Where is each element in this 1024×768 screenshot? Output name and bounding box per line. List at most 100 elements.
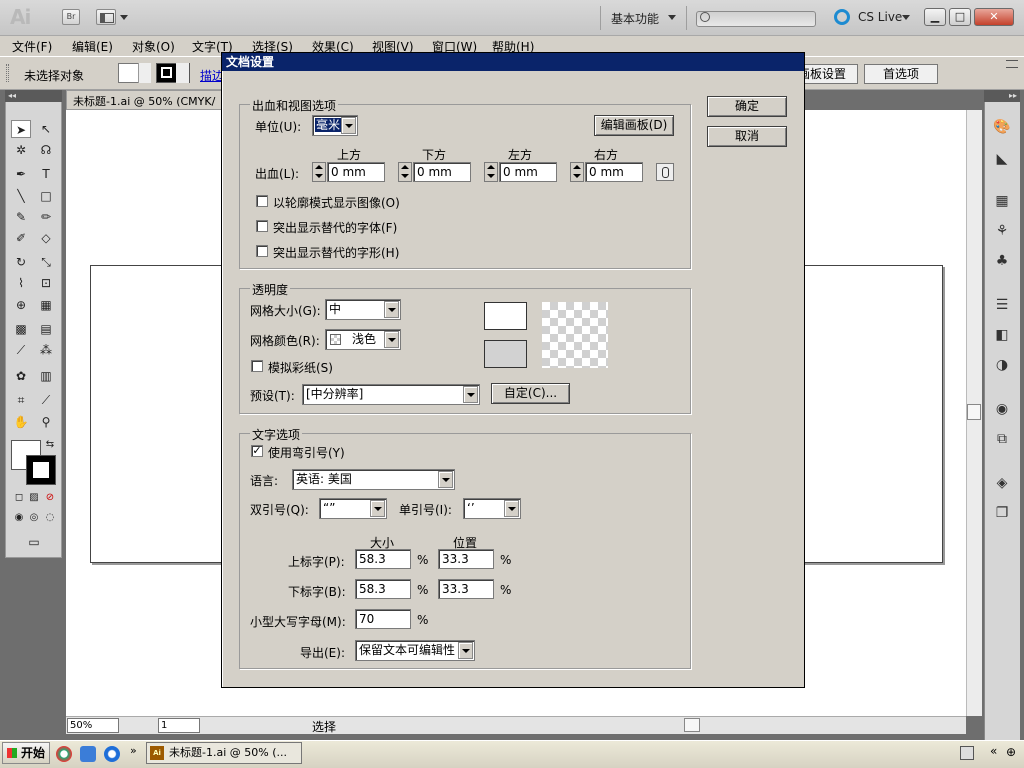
bleed-top-field[interactable]: 0 mm <box>327 162 385 182</box>
subscript-position-field[interactable]: 33.3 <box>438 579 494 599</box>
magic-wand-tool-icon[interactable]: ✲ <box>11 141 31 159</box>
tools-panel-header[interactable]: ◂◂ <box>5 90 62 102</box>
scale-tool-icon[interactable]: ⤡ <box>36 253 56 271</box>
gradient-panel-icon[interactable]: ◧ <box>992 326 1012 344</box>
custom-button[interactable]: 自定(C)... <box>491 383 570 404</box>
eraser-tool-icon[interactable]: ◇ <box>36 229 56 247</box>
perspective-grid-tool-icon[interactable]: ▦ <box>36 296 56 314</box>
bleed-bottom-stepper[interactable] <box>398 162 412 182</box>
layers-panel-icon[interactable]: ◈ <box>992 474 1012 492</box>
bleed-left-field[interactable]: 0 mm <box>499 162 557 182</box>
chevron-down-icon[interactable] <box>438 471 453 488</box>
grid-color-select[interactable]: 浅色 <box>325 329 401 350</box>
minimize-button[interactable]: ▁ <box>924 8 946 26</box>
appearance-panel-icon[interactable]: ◉ <box>992 400 1012 418</box>
symbol-sprayer-tool-icon[interactable]: ✿ <box>11 367 31 385</box>
draw-inside-icon[interactable]: ◌ <box>40 509 60 527</box>
screen-mode-icon[interactable]: ▭ <box>24 533 44 551</box>
bleed-right-field[interactable]: 0 mm <box>585 162 643 182</box>
preset-select[interactable]: [中分辨率] <box>302 384 480 405</box>
help-tray-icon[interactable]: ⊕ <box>1006 745 1016 759</box>
smart-quotes-checkbox[interactable]: ✓ <box>251 445 263 457</box>
none-mode-icon[interactable]: ⊘ <box>40 489 60 507</box>
maximize-button[interactable]: □ <box>949 8 971 26</box>
type-tool-icon[interactable]: T <box>36 165 56 183</box>
status-info[interactable]: 选择 <box>312 718 336 735</box>
grip-handle[interactable] <box>6 64 9 82</box>
media-player-icon[interactable] <box>56 746 72 762</box>
slice-tool-icon[interactable]: ⟋ <box>36 391 56 409</box>
single-quotes-select[interactable]: ‘’ <box>463 498 521 519</box>
symbols-panel-icon[interactable]: ♣ <box>992 252 1012 270</box>
superscript-size-field[interactable]: 58.3 <box>355 549 411 569</box>
graphic-styles-icon[interactable]: ⧉ <box>992 430 1012 448</box>
edit-artboard-button[interactable]: 编辑画板(D) <box>594 115 674 136</box>
tray-expand-icon[interactable]: « <box>990 744 997 758</box>
fill-dropdown-icon[interactable] <box>138 63 151 83</box>
blend-tool-icon[interactable]: ⁂ <box>36 341 56 359</box>
outline-mode-checkbox[interactable] <box>256 195 268 207</box>
bleed-top-stepper[interactable] <box>312 162 326 182</box>
chevron-down-icon[interactable] <box>504 500 519 517</box>
menu-edit[interactable]: 编辑(E) <box>72 38 113 55</box>
subscript-size-field[interactable]: 58.3 <box>355 579 411 599</box>
artboard-tool-icon[interactable]: ⌗ <box>11 391 31 409</box>
cs-live-button[interactable]: CS Live <box>858 10 902 24</box>
width-tool-icon[interactable]: ⌇ <box>11 274 31 292</box>
bleed-left-stepper[interactable] <box>484 162 498 182</box>
highlight-glyph-checkbox[interactable] <box>256 245 268 257</box>
stroke-color-icon[interactable] <box>26 455 56 485</box>
stroke-dropdown-icon[interactable] <box>176 63 189 83</box>
simulate-paper-checkbox[interactable] <box>251 360 263 372</box>
document-tab[interactable]: 未标题-1.ai @ 50% (CMYK/ <box>66 90 226 110</box>
vertical-scroll-thumb[interactable] <box>967 404 981 420</box>
bleed-bottom-field[interactable]: 0 mm <box>413 162 471 182</box>
cs-live-icon[interactable] <box>834 9 850 25</box>
grid-size-select[interactable]: 中 <box>325 299 401 320</box>
chevron-down-icon[interactable] <box>370 500 385 517</box>
line-tool-icon[interactable]: ╲ <box>11 187 31 205</box>
grid-color-light-swatch[interactable] <box>484 302 527 330</box>
menu-object[interactable]: 对象(O) <box>132 38 175 55</box>
chevron-down-icon[interactable] <box>463 386 478 403</box>
pencil-tool-icon[interactable]: ✏ <box>36 208 56 226</box>
ok-button[interactable]: 确定 <box>707 96 787 117</box>
hand-tool-icon[interactable]: ✋ <box>11 413 31 431</box>
paintbrush-tool-icon[interactable]: ✎ <box>11 208 31 226</box>
selection-tool-icon[interactable]: ➤ <box>11 120 31 138</box>
horizontal-scroll-thumb[interactable] <box>684 718 700 732</box>
swatches-panel-icon[interactable]: ▦ <box>992 192 1012 210</box>
cs-live-dropdown-icon[interactable] <box>902 15 910 20</box>
chevron-down-icon[interactable] <box>384 301 399 318</box>
lasso-tool-icon[interactable]: ☊ <box>36 141 56 159</box>
superscript-position-field[interactable]: 33.3 <box>438 549 494 569</box>
transparency-panel-icon[interactable]: ◑ <box>992 356 1012 374</box>
blob-brush-tool-icon[interactable]: ✐ <box>11 229 31 247</box>
more-quicklaunch-icon[interactable]: » <box>130 744 137 757</box>
zoom-level-select[interactable]: 50% <box>67 718 119 733</box>
swap-colors-icon[interactable]: ⇆ <box>40 436 60 454</box>
highlight-font-checkbox[interactable] <box>256 220 268 232</box>
direct-selection-tool-icon[interactable]: ↖ <box>36 120 56 138</box>
artboards-panel-icon[interactable]: ❐ <box>992 504 1012 522</box>
color-guide-icon[interactable]: ◣ <box>992 150 1012 168</box>
start-button[interactable]: 开始 <box>2 742 50 764</box>
gradient-tool-icon[interactable]: ▤ <box>36 320 56 338</box>
chevron-down-icon[interactable] <box>458 642 473 659</box>
preferences-button[interactable]: 首选项 <box>864 64 938 84</box>
bridge-button[interactable]: Br <box>62 9 80 25</box>
close-button[interactable]: ✕ <box>974 8 1014 26</box>
language-select[interactable]: 英语: 美国 <box>292 469 455 490</box>
rectangle-tool-icon[interactable]: □ <box>36 187 56 205</box>
color-panel-icon[interactable]: 🎨 <box>992 118 1012 136</box>
panel-menu-icon[interactable] <box>1006 60 1018 68</box>
unit-select[interactable]: 毫米 <box>312 115 358 136</box>
mesh-tool-icon[interactable]: ▩ <box>11 320 31 338</box>
bleed-right-stepper[interactable] <box>570 162 584 182</box>
brushes-panel-icon[interactable]: ⚘ <box>992 222 1012 240</box>
artboard-number-field[interactable]: 1 <box>158 718 200 733</box>
chevron-down-icon[interactable] <box>341 117 356 134</box>
stroke-panel-icon[interactable]: ☰ <box>992 296 1012 314</box>
taskbar-illustrator-item[interactable]: 未标题-1.ai @ 50% (... <box>146 742 302 764</box>
arrange-dropdown-icon[interactable] <box>120 15 128 20</box>
